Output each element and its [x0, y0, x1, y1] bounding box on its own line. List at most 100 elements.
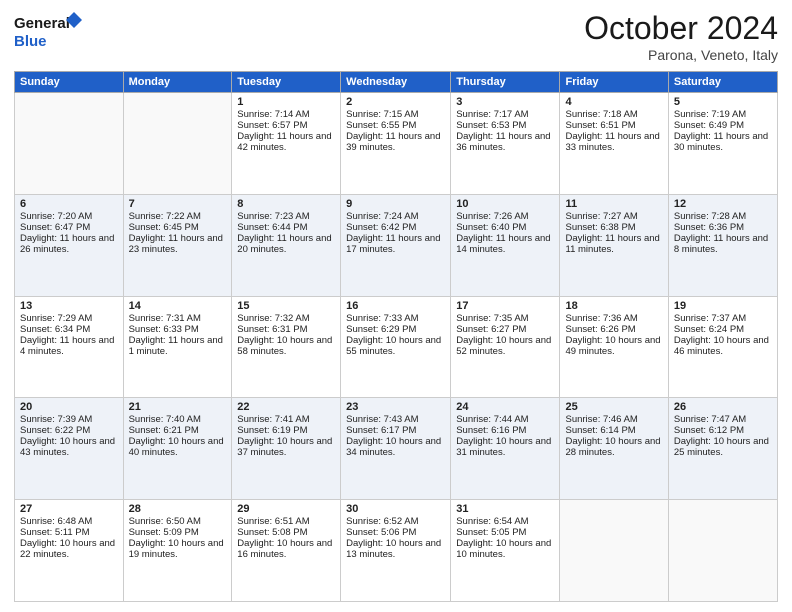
daylight-text: Daylight: 11 hours and 33 minutes. — [565, 131, 659, 153]
sunrise-text: Sunrise: 6:51 AM — [237, 516, 309, 527]
day-number: 12 — [674, 198, 772, 210]
sunrise-text: Sunrise: 7:40 AM — [129, 414, 201, 425]
sunrise-text: Sunrise: 7:15 AM — [346, 109, 418, 120]
location-title: Parona, Veneto, Italy — [584, 47, 778, 63]
col-friday: Friday — [560, 72, 668, 93]
table-row: 19 Sunrise: 7:37 AM Sunset: 6:24 PM Dayl… — [668, 296, 777, 398]
sunrise-text: Sunrise: 6:48 AM — [20, 516, 92, 527]
sunrise-text: Sunrise: 7:22 AM — [129, 211, 201, 222]
sunset-text: Sunset: 6:36 PM — [674, 222, 744, 233]
sunset-text: Sunset: 6:45 PM — [129, 222, 199, 233]
sunset-text: Sunset: 6:49 PM — [674, 120, 744, 131]
day-number: 3 — [456, 96, 554, 108]
table-row: 26 Sunrise: 7:47 AM Sunset: 6:12 PM Dayl… — [668, 398, 777, 500]
sunrise-text: Sunrise: 7:37 AM — [674, 313, 746, 324]
daylight-text: Daylight: 10 hours and 49 minutes. — [565, 335, 660, 357]
daylight-text: Daylight: 10 hours and 16 minutes. — [237, 538, 332, 560]
col-saturday: Saturday — [668, 72, 777, 93]
sunset-text: Sunset: 6:26 PM — [565, 324, 635, 335]
day-number: 26 — [674, 401, 772, 413]
day-number: 11 — [565, 198, 662, 210]
sunset-text: Sunset: 6:51 PM — [565, 120, 635, 131]
day-number: 29 — [237, 503, 335, 515]
sunset-text: Sunset: 5:05 PM — [456, 527, 526, 538]
sunset-text: Sunset: 5:09 PM — [129, 527, 199, 538]
table-row — [123, 93, 232, 195]
table-row: 13 Sunrise: 7:29 AM Sunset: 6:34 PM Dayl… — [15, 296, 124, 398]
table-row: 4 Sunrise: 7:18 AM Sunset: 6:51 PM Dayli… — [560, 93, 668, 195]
table-row: 22 Sunrise: 7:41 AM Sunset: 6:19 PM Dayl… — [232, 398, 341, 500]
sunrise-text: Sunrise: 7:14 AM — [237, 109, 309, 120]
sunset-text: Sunset: 6:42 PM — [346, 222, 416, 233]
sunset-text: Sunset: 6:24 PM — [674, 324, 744, 335]
table-row: 21 Sunrise: 7:40 AM Sunset: 6:21 PM Dayl… — [123, 398, 232, 500]
daylight-text: Daylight: 11 hours and 8 minutes. — [674, 233, 768, 255]
sunrise-text: Sunrise: 7:36 AM — [565, 313, 637, 324]
table-row: 25 Sunrise: 7:46 AM Sunset: 6:14 PM Dayl… — [560, 398, 668, 500]
svg-text:Blue: Blue — [14, 33, 47, 50]
daylight-text: Daylight: 10 hours and 55 minutes. — [346, 335, 441, 357]
daylight-text: Daylight: 10 hours and 13 minutes. — [346, 538, 441, 560]
daylight-text: Daylight: 10 hours and 28 minutes. — [565, 436, 660, 458]
sunrise-text: Sunrise: 7:35 AM — [456, 313, 528, 324]
col-tuesday: Tuesday — [232, 72, 341, 93]
sunrise-text: Sunrise: 7:19 AM — [674, 109, 746, 120]
sunrise-text: Sunrise: 7:23 AM — [237, 211, 309, 222]
day-number: 21 — [129, 401, 227, 413]
daylight-text: Daylight: 10 hours and 37 minutes. — [237, 436, 332, 458]
table-row: 14 Sunrise: 7:31 AM Sunset: 6:33 PM Dayl… — [123, 296, 232, 398]
day-number: 25 — [565, 401, 662, 413]
sunset-text: Sunset: 6:55 PM — [346, 120, 416, 131]
daylight-text: Daylight: 11 hours and 42 minutes. — [237, 131, 331, 153]
sunset-text: Sunset: 6:44 PM — [237, 222, 307, 233]
table-row: 1 Sunrise: 7:14 AM Sunset: 6:57 PM Dayli… — [232, 93, 341, 195]
table-row: 3 Sunrise: 7:17 AM Sunset: 6:53 PM Dayli… — [451, 93, 560, 195]
day-number: 31 — [456, 503, 554, 515]
table-row: 9 Sunrise: 7:24 AM Sunset: 6:42 PM Dayli… — [341, 194, 451, 296]
daylight-text: Daylight: 11 hours and 26 minutes. — [20, 233, 114, 255]
daylight-text: Daylight: 11 hours and 17 minutes. — [346, 233, 440, 255]
sunset-text: Sunset: 6:57 PM — [237, 120, 307, 131]
daylight-text: Daylight: 11 hours and 1 minute. — [129, 335, 223, 357]
sunset-text: Sunset: 6:34 PM — [20, 324, 90, 335]
table-row: 31 Sunrise: 6:54 AM Sunset: 5:05 PM Dayl… — [451, 500, 560, 602]
table-row: 8 Sunrise: 7:23 AM Sunset: 6:44 PM Dayli… — [232, 194, 341, 296]
table-row: 11 Sunrise: 7:27 AM Sunset: 6:38 PM Dayl… — [560, 194, 668, 296]
day-number: 24 — [456, 401, 554, 413]
table-row: 29 Sunrise: 6:51 AM Sunset: 5:08 PM Dayl… — [232, 500, 341, 602]
day-number: 20 — [20, 401, 118, 413]
calendar-week-row: 1 Sunrise: 7:14 AM Sunset: 6:57 PM Dayli… — [15, 93, 778, 195]
table-row — [15, 93, 124, 195]
sunset-text: Sunset: 5:11 PM — [20, 527, 90, 538]
calendar-week-row: 20 Sunrise: 7:39 AM Sunset: 6:22 PM Dayl… — [15, 398, 778, 500]
daylight-text: Daylight: 10 hours and 19 minutes. — [129, 538, 224, 560]
table-row: 5 Sunrise: 7:19 AM Sunset: 6:49 PM Dayli… — [668, 93, 777, 195]
daylight-text: Daylight: 11 hours and 20 minutes. — [237, 233, 331, 255]
day-number: 13 — [20, 300, 118, 312]
sunset-text: Sunset: 6:14 PM — [565, 425, 635, 436]
sunset-text: Sunset: 6:47 PM — [20, 222, 90, 233]
day-number: 8 — [237, 198, 335, 210]
sunrise-text: Sunrise: 7:44 AM — [456, 414, 528, 425]
table-row: 2 Sunrise: 7:15 AM Sunset: 6:55 PM Dayli… — [341, 93, 451, 195]
table-row: 16 Sunrise: 7:33 AM Sunset: 6:29 PM Dayl… — [341, 296, 451, 398]
day-number: 14 — [129, 300, 227, 312]
col-sunday: Sunday — [15, 72, 124, 93]
sunset-text: Sunset: 6:16 PM — [456, 425, 526, 436]
daylight-text: Daylight: 10 hours and 10 minutes. — [456, 538, 551, 560]
day-number: 5 — [674, 96, 772, 108]
sunset-text: Sunset: 5:06 PM — [346, 527, 416, 538]
sunrise-text: Sunrise: 7:24 AM — [346, 211, 418, 222]
header-row: Sunday Monday Tuesday Wednesday Thursday… — [15, 72, 778, 93]
sunset-text: Sunset: 6:17 PM — [346, 425, 416, 436]
logo: General Blue — [14, 10, 84, 55]
table-row: 12 Sunrise: 7:28 AM Sunset: 6:36 PM Dayl… — [668, 194, 777, 296]
sunrise-text: Sunrise: 7:18 AM — [565, 109, 637, 120]
header: General Blue October 2024 Parona, Veneto… — [14, 10, 778, 63]
sunrise-text: Sunrise: 7:26 AM — [456, 211, 528, 222]
day-number: 23 — [346, 401, 445, 413]
col-wednesday: Wednesday — [341, 72, 451, 93]
sunset-text: Sunset: 6:21 PM — [129, 425, 199, 436]
daylight-text: Daylight: 11 hours and 39 minutes. — [346, 131, 440, 153]
daylight-text: Daylight: 11 hours and 4 minutes. — [20, 335, 114, 357]
